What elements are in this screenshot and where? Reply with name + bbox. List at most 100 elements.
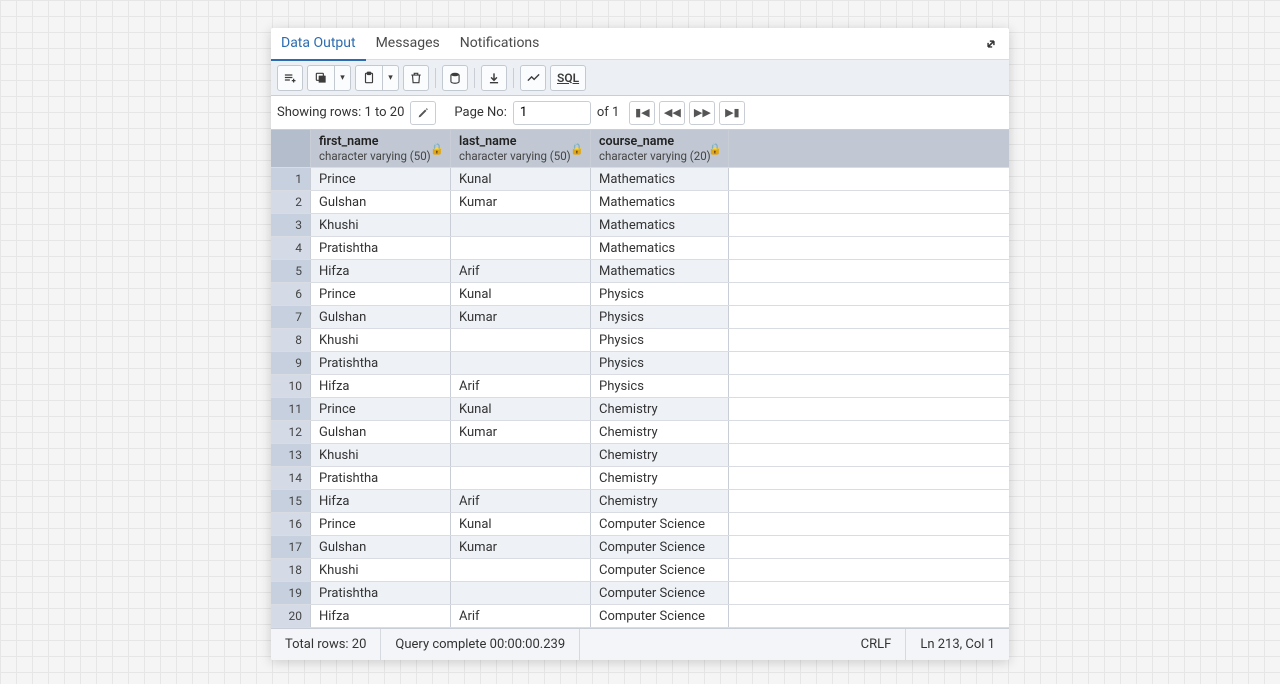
paste-button[interactable] — [356, 65, 382, 91]
table-row[interactable]: 13KhushiChemistry — [271, 444, 1009, 467]
cell-first-name[interactable]: Khushi — [311, 559, 451, 581]
row-number[interactable]: 18 — [271, 559, 311, 581]
table-row[interactable]: 9PratishthaPhysics — [271, 352, 1009, 375]
cell-last-name[interactable]: Kumar — [451, 306, 591, 328]
cell-first-name[interactable]: Pratishtha — [311, 467, 451, 489]
table-row[interactable]: 18Khushi Computer Science — [271, 559, 1009, 582]
copy-button[interactable] — [308, 65, 334, 91]
cell-course-name[interactable]: Mathematics — [591, 191, 729, 213]
cell-last-name[interactable]: Kunal — [451, 283, 591, 305]
cell-course-name[interactable]: Computer Science — [591, 605, 729, 627]
cell-course-name[interactable]: Computer Science — [591, 559, 729, 581]
row-number[interactable]: 17 — [271, 536, 311, 558]
delete-button[interactable] — [403, 65, 429, 91]
cell-course-name[interactable]: Chemistry — [591, 421, 729, 443]
cell-course-name[interactable]: Physics — [591, 283, 729, 305]
table-row[interactable]: 20HifzaArifComputer Science — [271, 605, 1009, 628]
row-number[interactable]: 10 — [271, 375, 311, 397]
column-header-course-name[interactable]: course_name character varying (20) 🔒 — [591, 130, 729, 167]
save-data-button[interactable] — [442, 65, 468, 91]
cell-last-name[interactable]: Kumar — [451, 536, 591, 558]
cell-last-name[interactable]: Kumar — [451, 421, 591, 443]
cell-last-name[interactable] — [451, 237, 591, 259]
cell-course-name[interactable]: Mathematics — [591, 168, 729, 190]
cell-last-name[interactable]: Kunal — [451, 398, 591, 420]
table-row[interactable]: 2GulshanKumarMathematics — [271, 191, 1009, 214]
cell-course-name[interactable]: Physics — [591, 329, 729, 351]
first-page-button[interactable]: ▮◀ — [629, 101, 655, 125]
table-row[interactable]: 5HifzaArifMathematics — [271, 260, 1009, 283]
row-number[interactable]: 20 — [271, 605, 311, 627]
cell-course-name[interactable]: Physics — [591, 375, 729, 397]
cell-course-name[interactable]: Physics — [591, 306, 729, 328]
row-number[interactable]: 5 — [271, 260, 311, 282]
table-row[interactable]: 6PrinceKunalPhysics — [271, 283, 1009, 306]
column-header-first-name[interactable]: first_name character varying (50) 🔒 — [311, 130, 451, 167]
cell-first-name[interactable]: Khushi — [311, 329, 451, 351]
cell-first-name[interactable]: Pratishtha — [311, 237, 451, 259]
cell-last-name[interactable]: Arif — [451, 490, 591, 512]
cell-last-name[interactable] — [451, 582, 591, 604]
chart-button[interactable] — [520, 65, 546, 91]
expand-button[interactable] — [977, 30, 1005, 58]
rownum-header[interactable] — [271, 130, 311, 167]
last-page-button[interactable]: ▶▮ — [719, 101, 745, 125]
cell-first-name[interactable]: Gulshan — [311, 191, 451, 213]
table-row[interactable]: 11PrinceKunalChemistry — [271, 398, 1009, 421]
edit-rows-button[interactable] — [410, 101, 436, 125]
cell-first-name[interactable]: Prince — [311, 283, 451, 305]
cell-last-name[interactable] — [451, 444, 591, 466]
row-number[interactable]: 6 — [271, 283, 311, 305]
cell-last-name[interactable] — [451, 467, 591, 489]
row-number[interactable]: 11 — [271, 398, 311, 420]
table-row[interactable]: 7GulshanKumarPhysics — [271, 306, 1009, 329]
table-row[interactable]: 1PrinceKunalMathematics — [271, 168, 1009, 191]
column-header-last-name[interactable]: last_name character varying (50) 🔒 — [451, 130, 591, 167]
cell-course-name[interactable]: Chemistry — [591, 467, 729, 489]
cell-course-name[interactable]: Chemistry — [591, 444, 729, 466]
cell-first-name[interactable]: Gulshan — [311, 306, 451, 328]
row-number[interactable]: 2 — [271, 191, 311, 213]
row-number[interactable]: 12 — [271, 421, 311, 443]
cell-course-name[interactable]: Computer Science — [591, 513, 729, 535]
tab-data-output[interactable]: Data Output — [271, 28, 366, 61]
cell-last-name[interactable]: Arif — [451, 375, 591, 397]
cell-course-name[interactable]: Computer Science — [591, 582, 729, 604]
add-row-button[interactable] — [277, 65, 303, 91]
table-row[interactable]: 14Pratishtha Chemistry — [271, 467, 1009, 490]
row-number[interactable]: 7 — [271, 306, 311, 328]
cell-last-name[interactable]: Arif — [451, 260, 591, 282]
cell-course-name[interactable]: Mathematics — [591, 260, 729, 282]
row-number[interactable]: 15 — [271, 490, 311, 512]
table-row[interactable]: 19Pratishtha Computer Science — [271, 582, 1009, 605]
cell-course-name[interactable]: Mathematics — [591, 237, 729, 259]
tab-messages[interactable]: Messages — [366, 28, 450, 61]
paste-split-button[interactable]: ▾ — [355, 65, 399, 91]
copy-dropdown[interactable]: ▾ — [334, 65, 350, 91]
cell-course-name[interactable]: Computer Science — [591, 536, 729, 558]
row-number[interactable]: 14 — [271, 467, 311, 489]
cell-last-name[interactable] — [451, 352, 591, 374]
cell-last-name[interactable]: Kunal — [451, 168, 591, 190]
tab-notifications[interactable]: Notifications — [450, 28, 550, 61]
copy-split-button[interactable]: ▾ — [307, 65, 351, 91]
cell-first-name[interactable]: Hifza — [311, 375, 451, 397]
cell-last-name[interactable] — [451, 329, 591, 351]
table-row[interactable]: 12GulshanKumarChemistry — [271, 421, 1009, 444]
cell-last-name[interactable] — [451, 214, 591, 236]
cell-first-name[interactable]: Khushi — [311, 214, 451, 236]
sql-button[interactable]: SQL — [550, 65, 586, 91]
row-number[interactable]: 8 — [271, 329, 311, 351]
cell-course-name[interactable]: Chemistry — [591, 490, 729, 512]
cell-last-name[interactable]: Kumar — [451, 191, 591, 213]
cell-first-name[interactable]: Pratishtha — [311, 582, 451, 604]
cell-first-name[interactable]: Khushi — [311, 444, 451, 466]
paste-dropdown[interactable]: ▾ — [382, 65, 398, 91]
cell-first-name[interactable]: Prince — [311, 513, 451, 535]
cell-first-name[interactable]: Hifza — [311, 605, 451, 627]
cell-course-name[interactable]: Physics — [591, 352, 729, 374]
prev-page-button[interactable]: ◀◀ — [659, 101, 685, 125]
table-row[interactable]: 10HifzaArifPhysics — [271, 375, 1009, 398]
table-row[interactable]: 16PrinceKunalComputer Science — [271, 513, 1009, 536]
row-number[interactable]: 19 — [271, 582, 311, 604]
